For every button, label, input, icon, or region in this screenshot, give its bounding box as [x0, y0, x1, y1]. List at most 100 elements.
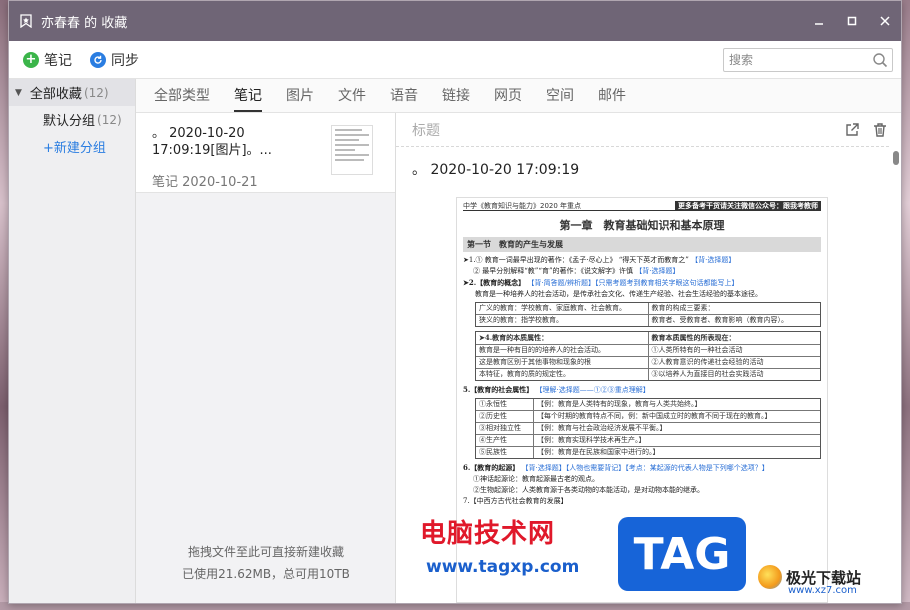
new-group-link[interactable]: +新建分组	[9, 133, 135, 160]
doc-cell: ②人教育意识的传递社会经验的活动	[647, 357, 821, 368]
doc-cell: 【每个时期的教育特点不同，例：新中国成立时的教育不同于现在的教育。】	[537, 412, 772, 420]
doc-cell: ①人类所特有的一种社会活动	[647, 345, 821, 356]
doc-cell: 【例：教育是人类特有的现象，教育与人类共始终。】	[537, 400, 702, 408]
tab-images[interactable]: 图片	[286, 85, 314, 112]
tab-all-types[interactable]: 全部类型	[154, 85, 210, 112]
sidebar-item-count: (12)	[83, 85, 109, 100]
doc-header-left: 中学《教育知识与能力》2020 年重点	[463, 202, 582, 210]
new-note-label: 笔记	[44, 52, 72, 69]
note-detail: 标题 。 2020-10-20 17:09:19 中学《教育知识与能力》2020…	[396, 113, 901, 603]
desktop-wallpaper-left	[0, 0, 8, 610]
doc-cell: 教育是一种有目的的培养人的社会活动。	[479, 346, 605, 354]
doc-line: 5.【教育的社会属性】 【理解·选择题——①②③重点理解】	[463, 384, 821, 396]
doc-cell: 教育的构成三要素：	[647, 303, 821, 314]
desktop-wallpaper-right	[902, 0, 910, 610]
search-box[interactable]	[723, 47, 893, 72]
doc-text: ② 最早分别解释“教”“育”的著作：《说文解字》许慎	[473, 267, 634, 275]
sync-button[interactable]: 同步	[90, 50, 139, 70]
minimize-icon	[814, 23, 823, 25]
plus-circle-icon: +	[23, 51, 39, 68]
doc-cell: ③相对独立性	[476, 423, 534, 434]
doc-table: ➤4.教育的本质属性： 教育本质属性的所表现在： 教育是一种有目的的培养人的社会活…	[475, 331, 821, 381]
watermark-site-name: 电脑技术网	[420, 519, 556, 549]
doc-cell: 【例：教育实现科学技术再生产。】	[537, 436, 646, 444]
scrollbar-thumb[interactable]	[893, 151, 899, 165]
sync-label: 同步	[111, 52, 139, 69]
share-icon[interactable]	[843, 121, 861, 139]
list-item[interactable]: 。 2020-10-20 17:09:19[图片]。... 笔记 2020-10…	[136, 113, 395, 193]
doc-section-title: 第一节 教育的产生与发展	[463, 237, 821, 252]
doc-line: ➤2.【教育的概念】 【背·简答题/辨析题】【只需考题考到教育相关字眼这句话都能…	[463, 277, 821, 289]
doc-cell: ①永恒性	[476, 399, 534, 410]
brand-url: www.xz7.com	[788, 585, 857, 596]
watermark-site-url: www.tagxp.com	[426, 557, 580, 577]
doc-line: ➤1.① 教育一词最早出现的著作：《孟子·尽心上》 “得天下英才而教育之” 【背…	[463, 255, 821, 266]
note-title: 。 2020-10-20 17:09:19[图片]。...	[152, 126, 272, 158]
watermark-tag-logo: TAG	[618, 517, 746, 591]
tab-files[interactable]: 文件	[338, 85, 366, 112]
doc-line: ② 最早分别解释“教”“育”的著作：《说文解字》许慎 【背·选择题】	[463, 266, 821, 277]
close-icon	[879, 16, 890, 26]
trash-icon[interactable]	[871, 121, 889, 139]
search-icon[interactable]	[872, 52, 888, 68]
doc-cell: ③以培养人为直接目的社会实践活动	[647, 369, 821, 380]
title-bar[interactable]: 亦春春 的 收藏	[9, 1, 901, 41]
doc-cell: 教育本质属性的所表现在：	[647, 332, 821, 344]
search-input[interactable]	[729, 52, 872, 67]
doc-text: ➤2.【教育的概念】	[463, 278, 526, 287]
doc-tag: 【背·选择题】	[691, 256, 736, 264]
new-note-button[interactable]: + 笔记	[23, 50, 72, 70]
doc-cell: ➤4.教育的本质属性：	[479, 333, 549, 342]
list-footer: 拖拽文件至此可直接新建收藏 已使用21.62MB，总可用10TB	[136, 541, 396, 585]
storage-usage: 已使用21.62MB，总可用10TB	[182, 567, 350, 581]
doc-line: 7.【中西方古代社会教育的发展】	[463, 497, 568, 505]
tab-voice[interactable]: 语音	[390, 85, 418, 112]
maximize-button[interactable]	[835, 1, 868, 41]
doc-text: 5.【教育的社会属性】	[463, 385, 534, 394]
doc-cell: 这是教育区别于其他事物和现象的根	[479, 358, 591, 366]
doc-line: ②生物起源论：人类教育源于各类动物的本能活动，是对动物本能的继承。	[473, 486, 704, 494]
tab-mail[interactable]: 邮件	[598, 85, 626, 112]
sync-icon	[90, 51, 106, 68]
doc-line: 教育是一种培养人的社会活动，是传承社会文化、传递生产经验、社会生活经验的基本途径…	[475, 290, 762, 298]
sidebar-item-count: (12)	[97, 112, 122, 127]
drop-hint: 拖拽文件至此可直接新建收藏	[187, 545, 344, 559]
doc-tag: 【背·选择题】	[635, 267, 680, 275]
note-thumbnail	[331, 125, 373, 175]
doc-cell: ④生产性	[476, 435, 534, 446]
tab-notes[interactable]: 笔记	[234, 85, 262, 112]
note-date-line: 。 2020-10-20 17:09:19	[412, 162, 580, 178]
doc-header-right: 更多备考干货请关注微信公众号：跟我考教师	[675, 201, 821, 210]
doc-table: 广义的教育：学校教育、家庭教育、社会教育。 教育的构成三要素： 狭义的教育：指学校…	[475, 302, 821, 327]
doc-line: ①神话起源论：教育起源最古老的观点。	[473, 475, 599, 483]
doc-cell: 【例：教育是在民族和国家中进行的。】	[537, 448, 660, 456]
maximize-icon	[847, 16, 856, 26]
type-tabs: 全部类型 笔记 图片 文件 语音 链接 网页 空间 邮件	[136, 79, 901, 113]
minimize-button[interactable]	[802, 1, 835, 41]
sidebar-item-all-favorites[interactable]: ▼ 全部收藏 (12)	[9, 79, 135, 106]
tab-links[interactable]: 链接	[442, 85, 470, 112]
sidebar-item-label: 全部收藏	[29, 87, 82, 102]
collapse-triangle-icon[interactable]: ▼	[15, 88, 22, 98]
sidebar-item-label: 默认分组	[43, 114, 96, 129]
tab-webpages[interactable]: 网页	[494, 85, 522, 112]
brand-logo-icon	[758, 565, 782, 589]
doc-cell: 狭义的教育：指学校教育。	[479, 316, 563, 324]
sidebar-item-default-group[interactable]: 默认分组 (12)	[9, 106, 135, 133]
close-button[interactable]	[868, 1, 901, 41]
tab-qzone[interactable]: 空间	[546, 85, 574, 112]
doc-text: 6.【教育的起源】	[463, 463, 520, 472]
doc-cell: 【例：教育与社会政治经济发展不平衡。】	[537, 424, 667, 432]
favorites-window: 亦春春 的 收藏 + 笔记 同步 搜索 ▼ 全部收藏 (12) 默认分组 (12…	[8, 0, 902, 604]
doc-cell: ②历史性	[476, 411, 534, 422]
favorites-list: 。 2020-10-20 17:09:19[图片]。... 笔记 2020-10…	[136, 113, 396, 603]
sidebar: ▼ 全部收藏 (12) 默认分组 (12) +新建分组	[9, 79, 136, 603]
title-field[interactable]: 标题	[412, 120, 440, 140]
doc-tag: 【理解·选择题——①②③重点理解】	[535, 386, 650, 394]
toolbar: + 笔记 同步	[9, 41, 901, 79]
doc-cell: 广义的教育：学校教育、家庭教育、社会教育。	[479, 304, 626, 312]
doc-tag: 【背·选择题】【人物也需要背记】【考点：某起源的代表人物是下列哪个选项？】	[521, 464, 769, 472]
detail-header: 标题	[396, 113, 889, 147]
bookmark-star-icon	[19, 13, 33, 29]
doc-chapter-title: 第一章 教育基础知识和基本原理	[559, 219, 725, 232]
